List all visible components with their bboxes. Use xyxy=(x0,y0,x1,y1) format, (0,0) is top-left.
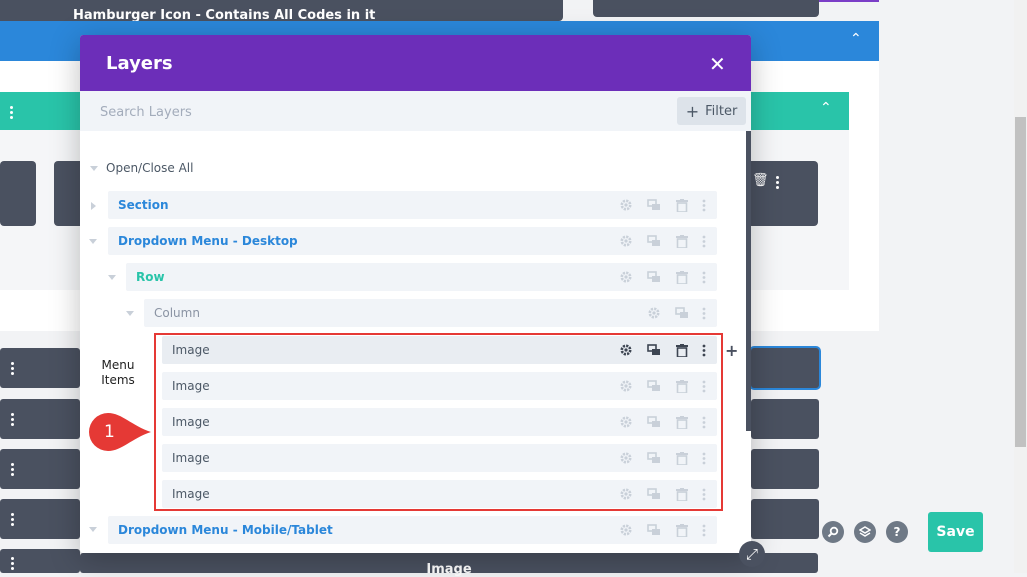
layer-label: Dropdown Menu - Desktop xyxy=(118,234,298,248)
page-scrollbar-thumb[interactable] xyxy=(1015,117,1026,447)
layer-actions xyxy=(618,198,706,212)
page-right-gutter xyxy=(879,0,1014,573)
layer-label: Dropdown Menu - Mobile/Tablet xyxy=(118,523,333,537)
background-module xyxy=(0,348,80,388)
help-icon[interactable]: ? xyxy=(886,521,908,543)
layer-label: Column xyxy=(154,306,200,320)
more-dots-icon[interactable] xyxy=(702,270,706,284)
background-module xyxy=(751,499,819,539)
callout-shape xyxy=(89,413,151,451)
layer-row-section[interactable]: Section xyxy=(108,191,717,219)
background-module xyxy=(0,499,80,539)
filter-button[interactable]: + Filter xyxy=(677,97,746,125)
layers-modal-title: Layers xyxy=(106,53,173,74)
layers-scrollbar[interactable] xyxy=(746,131,751,431)
callout-badge: 1 xyxy=(88,412,152,452)
duplicate-icon[interactable] xyxy=(646,198,662,212)
background-module-bar: Hamburger Icon - Contains All Codes in i… xyxy=(0,0,563,21)
search-layers-input[interactable] xyxy=(98,99,662,125)
filter-label: Filter xyxy=(705,103,738,119)
background-module xyxy=(0,399,80,439)
caret-right-icon[interactable] xyxy=(91,202,96,210)
caret-down-icon[interactable] xyxy=(89,527,97,532)
layers-search-bar: + Filter xyxy=(80,91,751,131)
duplicate-icon[interactable] xyxy=(646,523,662,537)
plus-icon: + xyxy=(685,101,700,121)
background-image-module: Image xyxy=(80,553,818,577)
layer-row-dropdown-mobile[interactable]: Dropdown Menu - Mobile/Tablet xyxy=(108,516,717,544)
trash-icon[interactable]: 🗑 xyxy=(752,173,769,188)
zoom-icon[interactable] xyxy=(822,521,844,543)
chevron-up-icon[interactable]: ⌃ xyxy=(820,100,832,116)
more-dots-icon[interactable] xyxy=(702,234,706,248)
menu-items-annotation: Menu Items xyxy=(101,358,135,387)
layer-row-dropdown-desktop[interactable]: Dropdown Menu - Desktop xyxy=(108,227,717,255)
trash-icon[interactable] xyxy=(674,234,690,248)
gear-icon[interactable] xyxy=(646,306,662,320)
background-column xyxy=(0,161,36,226)
more-dots-icon[interactable] xyxy=(702,523,706,537)
caret-down-icon xyxy=(90,165,98,171)
layer-actions xyxy=(618,270,706,284)
background-module xyxy=(751,348,819,388)
gear-icon[interactable] xyxy=(618,234,634,248)
background-module-right xyxy=(593,0,819,17)
resize-icon[interactable]: ⤢ xyxy=(739,541,765,567)
open-close-all-label: Open/Close All xyxy=(106,161,194,175)
duplicate-icon[interactable] xyxy=(674,306,690,320)
background-module-title: Hamburger Icon - Contains All Codes in i… xyxy=(73,8,376,21)
more-dots-icon[interactable] xyxy=(702,306,706,320)
layer-row-row[interactable]: Row xyxy=(126,263,717,291)
background-module xyxy=(751,449,819,489)
layer-label: Row xyxy=(136,270,165,284)
trash-icon[interactable] xyxy=(674,523,690,537)
layer-actions xyxy=(618,234,706,248)
layer-actions xyxy=(618,523,706,537)
more-dots-icon[interactable] xyxy=(776,176,779,189)
background-module-label: Image xyxy=(426,562,472,577)
duplicate-icon[interactable] xyxy=(646,234,662,248)
background-module xyxy=(0,549,80,573)
save-button[interactable]: Save xyxy=(928,512,983,552)
row-menu-dots-icon[interactable] xyxy=(10,106,13,119)
trash-icon[interactable] xyxy=(674,198,690,212)
chevron-up-icon[interactable]: ⌃ xyxy=(850,31,862,47)
gear-icon[interactable] xyxy=(618,198,634,212)
gear-icon[interactable] xyxy=(618,523,634,537)
trash-icon[interactable] xyxy=(674,270,690,284)
add-plus-icon[interactable]: + xyxy=(725,341,738,360)
layers-modal-header: Layers ✕ xyxy=(80,35,751,91)
caret-down-icon[interactable] xyxy=(89,239,97,244)
background-module xyxy=(0,449,80,489)
close-icon[interactable]: ✕ xyxy=(709,52,726,76)
duplicate-icon[interactable] xyxy=(646,270,662,284)
layer-label: Section xyxy=(118,198,169,212)
gear-icon[interactable] xyxy=(618,270,634,284)
layer-row-column[interactable]: Column xyxy=(144,299,717,327)
more-dots-icon[interactable] xyxy=(702,198,706,212)
open-close-all-toggle[interactable]: Open/Close All xyxy=(90,161,193,175)
layer-actions xyxy=(646,306,706,320)
caret-down-icon[interactable] xyxy=(108,275,116,280)
caret-down-icon[interactable] xyxy=(126,311,134,316)
layers-icon[interactable] xyxy=(854,521,876,543)
highlight-box xyxy=(154,333,723,511)
callout-number: 1 xyxy=(104,422,115,442)
background-column: 🗑 xyxy=(745,161,818,226)
background-module xyxy=(751,399,819,439)
